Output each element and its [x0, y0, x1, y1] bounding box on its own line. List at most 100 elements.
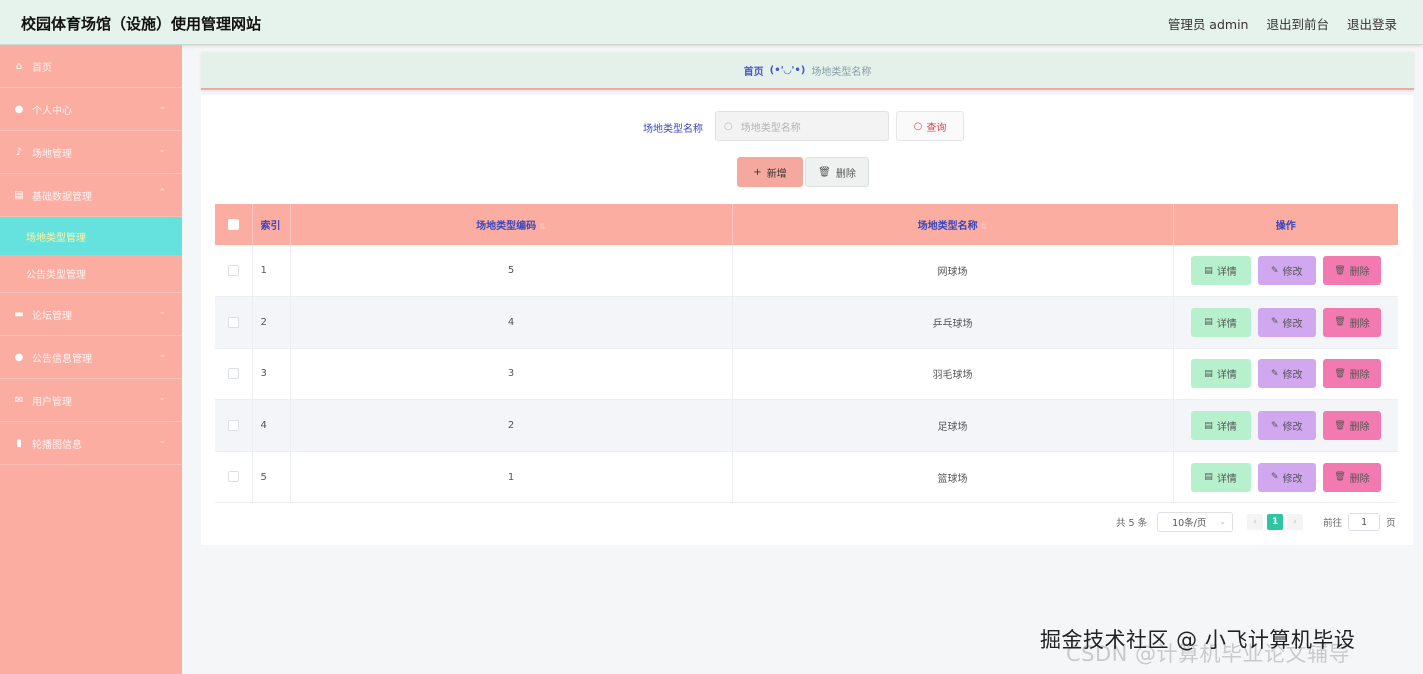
sidebar-subitem-notice-type[interactable]: 公告类型管理: [0, 255, 182, 293]
column-header-name[interactable]: 场地类型名称 ⇅: [732, 204, 1174, 245]
add-button[interactable]: + 新增: [737, 157, 803, 187]
user-icon: ●: [14, 103, 24, 115]
admin-label[interactable]: 管理员 admin: [1168, 14, 1249, 33]
edit-button[interactable]: ✎ 修改: [1257, 359, 1316, 389]
detail-button[interactable]: ▤ 详情: [1190, 359, 1251, 389]
sidebar-item-notice-info[interactable]: ● 公告信息管理 ⌄: [0, 336, 182, 379]
detail-icon: ▤: [1204, 265, 1213, 276]
table-row: 1 5 网球场 ▤ 详情 ✎ 修改 🗑 删除: [215, 245, 1398, 298]
sidebar-item-forum[interactable]: ▬ 论坛管理 ⌄: [0, 293, 182, 336]
trash-icon: 🗑: [1334, 420, 1346, 431]
select-all-cell[interactable]: [215, 204, 253, 245]
row-select-cell[interactable]: [215, 451, 253, 504]
row-actions: ▤ 详情 ✎ 修改 🗑 删除: [1173, 348, 1398, 401]
page-suffix: 页: [1386, 518, 1396, 529]
sidebar-item-label: 场地类型管理: [26, 232, 86, 244]
mic-icon: ♪: [15, 146, 23, 158]
delete-button[interactable]: 🗑 删除: [1322, 411, 1381, 441]
delete-button[interactable]: 🗑 删除: [1322, 307, 1381, 337]
table-row: 2 4 乒乓球场 ▤ 详情 ✎ 修改 🗑 删除: [215, 296, 1398, 349]
row-code: 2: [290, 399, 733, 452]
batch-delete-button[interactable]: 🗑 删除: [805, 157, 869, 187]
search-input[interactable]: ○ 场地类型名称: [715, 111, 889, 141]
chevron-up-icon: ⌃: [158, 188, 166, 198]
select-all-checkbox[interactable]: [227, 218, 239, 230]
row-checkbox[interactable]: [227, 264, 239, 276]
row-checkbox[interactable]: [227, 471, 239, 483]
search-icon: ○: [913, 120, 923, 132]
edit-icon: ✎: [1270, 420, 1279, 431]
delete-button[interactable]: 🗑 删除: [1322, 256, 1381, 286]
sort-icon[interactable]: ⇅: [981, 222, 988, 231]
row-code: 3: [290, 348, 733, 401]
sidebar-item-base-data[interactable]: ▤ 基础数据管理 ⌃: [0, 174, 182, 217]
edit-button[interactable]: ✎ 修改: [1257, 411, 1316, 441]
document-icon: ▤: [14, 189, 24, 201]
delete-label: 删除: [1349, 370, 1370, 382]
delete-button[interactable]: 🗑 删除: [1322, 359, 1381, 389]
edit-button[interactable]: ✎ 修改: [1257, 256, 1316, 286]
page-size-select[interactable]: 10条/页 ⌄: [1157, 512, 1234, 532]
prev-page-button[interactable]: ‹: [1247, 514, 1264, 530]
location-icon: ●: [14, 351, 24, 363]
row-select-cell[interactable]: [215, 348, 253, 401]
row-checkbox[interactable]: [227, 368, 239, 380]
watermark-primary: 掘金技术社区 @ 小飞计算机毕设: [1040, 628, 1356, 652]
row-checkbox[interactable]: [227, 419, 239, 431]
column-header-code[interactable]: 场地类型编码 ⇅: [290, 204, 733, 245]
query-button-label: 查询: [926, 122, 947, 134]
delete-label: 删除: [1349, 318, 1370, 330]
search-icon: ○: [724, 120, 733, 132]
next-page-button[interactable]: ›: [1287, 514, 1304, 530]
edit-label: 修改: [1282, 318, 1303, 330]
sort-icon[interactable]: ⇅: [539, 222, 546, 231]
row-name: 篮球场: [732, 451, 1174, 504]
row-index: 5: [252, 451, 291, 504]
sidebar-item-label: 轮播图信息: [32, 439, 82, 451]
table-header-row: 索引 场地类型编码 ⇅ 场地类型名称 ⇅ 操作: [215, 204, 1398, 245]
search-label: 场地类型名称: [643, 124, 703, 135]
detail-button[interactable]: ▤ 详情: [1190, 411, 1251, 441]
sidebar-item-label: 论坛管理: [32, 310, 72, 322]
sidebar-item-label: 个人中心: [32, 105, 72, 117]
breadcrumb-home[interactable]: 首页: [744, 63, 764, 78]
row-index: 2: [252, 296, 291, 349]
row-select-cell[interactable]: [215, 245, 253, 298]
sidebar-item-personal-center[interactable]: ● 个人中心 ⌄: [0, 88, 182, 131]
page-number-button[interactable]: 1: [1267, 514, 1284, 530]
back-to-front-link[interactable]: 退出到前台: [1266, 14, 1329, 33]
sidebar-item-venue-management[interactable]: ♪ 场地管理 ⌄: [0, 131, 182, 174]
row-actions: ▤ 详情 ✎ 修改 🗑 删除: [1173, 245, 1398, 298]
sidebar-item-label: 用户管理: [32, 396, 72, 408]
detail-button[interactable]: ▤ 详情: [1190, 462, 1251, 492]
goto-page-input[interactable]: 1: [1348, 513, 1381, 531]
row-select-cell[interactable]: [215, 399, 253, 452]
delete-button[interactable]: 🗑 删除: [1322, 462, 1381, 492]
edit-icon: ✎: [1270, 265, 1279, 276]
row-name: 乒乓球场: [732, 296, 1174, 349]
sidebar-subitem-venue-type[interactable]: 场地类型管理: [0, 217, 182, 255]
sidebar-item-users[interactable]: ✉ 用户管理 ⌄: [0, 379, 182, 422]
column-header-name-label: 场地类型名称: [917, 221, 978, 232]
column-header-ops: 操作: [1173, 204, 1398, 245]
edit-icon: ✎: [1270, 472, 1279, 483]
detail-button[interactable]: ▤ 详情: [1190, 256, 1251, 286]
row-name: 足球场: [732, 399, 1174, 452]
edit-button[interactable]: ✎ 修改: [1257, 307, 1316, 337]
sidebar-item-carousel[interactable]: ▮ 轮播图信息 ⌄: [0, 422, 182, 465]
row-checkbox[interactable]: [227, 316, 239, 328]
breadcrumb: 首页 (•'◡'•) 场地类型名称: [201, 52, 1414, 90]
briefcase-icon: ▬: [14, 308, 24, 320]
row-code: 5: [290, 245, 733, 298]
logout-link[interactable]: 退出登录: [1347, 14, 1397, 33]
detail-button[interactable]: ▤ 详情: [1190, 307, 1251, 337]
breadcrumb-separator: (•'◡'•): [769, 64, 806, 76]
search-placeholder: 场地类型名称: [740, 122, 801, 134]
row-select-cell[interactable]: [215, 296, 253, 349]
row-index: 1: [252, 245, 291, 298]
detail-icon: ▤: [1204, 472, 1213, 483]
query-button[interactable]: ○ 查询: [896, 111, 964, 141]
sidebar-item-home[interactable]: ⌂ 首页: [0, 45, 182, 88]
edit-button[interactable]: ✎ 修改: [1257, 462, 1316, 492]
add-button-label: 新增: [766, 168, 787, 180]
